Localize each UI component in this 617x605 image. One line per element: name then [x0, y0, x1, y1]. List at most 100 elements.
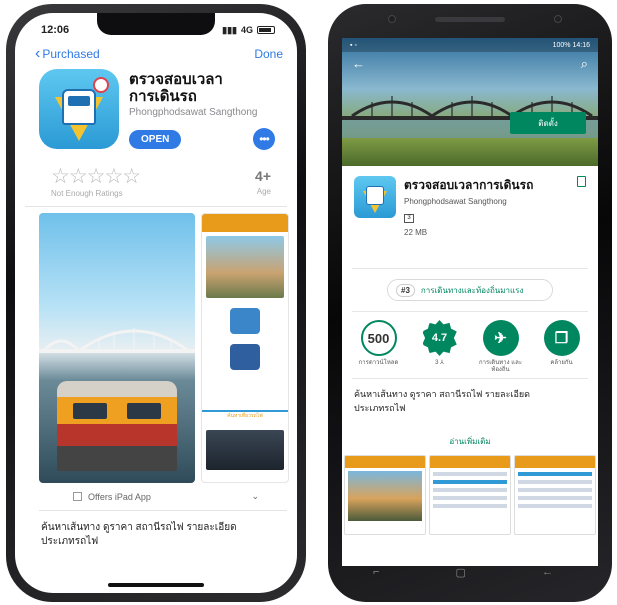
sensor-icon [554, 15, 562, 23]
status-notification-icons: ▪ ◦ [350, 41, 357, 49]
network-label: 4G [240, 25, 253, 35]
rating-label: 3 ⅄ [435, 360, 444, 366]
android-app-header: ตรวจสอบเวลาการเดินรถ Phongphodsawat Sang… [342, 166, 598, 237]
screenshot-photo [348, 471, 422, 521]
ios-rating-row: ☆☆☆☆☆ Not Enough Ratings 4+ Age [25, 165, 287, 207]
screenshot-row [518, 504, 592, 508]
screenshot-row [433, 504, 507, 508]
content-rating-icon: 3 [404, 214, 414, 223]
android-clock: 14:16 [572, 41, 590, 49]
chevron-down-icon[interactable]: ⌄ [251, 491, 259, 502]
ipad-offer-label: Offers iPad App [88, 491, 151, 502]
android-screen: ▪ ◦ 100% 14:16 ← ⌕ ตรวจสอบเวลาการเดินรถ … [342, 38, 598, 566]
downloads-label: การดาวน์โหลด [358, 360, 399, 366]
age-rating: 4+ [255, 168, 271, 184]
screenshot-row [433, 496, 507, 500]
camera-icon [388, 15, 396, 23]
ios-screen: 12:06 ▮▮▮ 4G ‹ Purchased Done ตรวจสอบเวล… [15, 13, 297, 593]
screenshot-app-menu[interactable]: ค้นหาเที่ยวรถไฟ [201, 213, 289, 483]
screenshot-header-bar [202, 214, 288, 232]
app-title: ตรวจสอบเวลา การเดินรถ [129, 71, 259, 105]
airplane-icon: ✈ [482, 320, 519, 356]
install-button[interactable]: ติดตั้ง [510, 112, 586, 134]
android-status-bar: ▪ ◦ 100% 14:16 [342, 38, 598, 52]
locomotive-illustration [57, 381, 177, 471]
train-icon [62, 89, 96, 125]
star-rating-icon: ☆☆☆☆☆ [51, 165, 141, 188]
description-line2: ประเภทรถไฟ [354, 403, 406, 413]
done-button[interactable]: Done [254, 47, 283, 61]
back-nav-icon[interactable]: ← [542, 566, 553, 578]
android-nav-bar: ⌐ ▢ ← [335, 560, 591, 584]
ios-actions: OPEN ••• [129, 128, 275, 150]
bridge-illustration [39, 328, 195, 353]
home-indicator[interactable] [108, 583, 204, 587]
android-screenshots[interactable] [342, 451, 598, 535]
app-title-line1: ตรวจสอบเวลา [129, 71, 223, 88]
developer-name[interactable]: Phongphodsawat Sangthong [129, 107, 275, 118]
app-icon [354, 176, 396, 218]
ios-app-header: ตรวจสอบเวลา การเดินรถ Phongphodsawat San… [15, 67, 297, 165]
back-button[interactable]: ‹ Purchased [35, 46, 100, 62]
similar-apps-icon: ❐ [543, 320, 580, 356]
screenshot-row [433, 472, 507, 476]
train-icon [230, 308, 260, 334]
rating-note: Not Enough Ratings [51, 189, 123, 198]
home-icon[interactable]: ▢ [456, 566, 466, 579]
ios-screenshots[interactable]: ค้นหาเที่ยวรถไฟ [15, 207, 297, 485]
rating-stat[interactable]: 4.7 3 ⅄ [416, 320, 464, 378]
similar-stat[interactable]: ❐ คล้ายกัน [538, 320, 586, 378]
iphone-notch [97, 13, 215, 35]
screenshot-train-bridge[interactable] [39, 213, 195, 483]
screenshot-row [433, 480, 507, 484]
ios-app-meta: ตรวจสอบเวลา การเดินรถ Phongphodsawat San… [129, 69, 275, 165]
developer-name[interactable]: Phongphodsawat Sangthong [404, 197, 533, 206]
ios-nav-bar: ‹ Purchased Done [15, 41, 297, 67]
iphone-frame: 12:06 ▮▮▮ 4G ‹ Purchased Done ตรวจสอบเวล… [6, 4, 306, 602]
screenshot-row [518, 480, 592, 484]
schedule-icon [230, 344, 260, 370]
recents-icon[interactable]: ⌐ [373, 566, 379, 578]
battery-icon [257, 26, 275, 34]
divider [352, 268, 588, 269]
android-app-meta: ตรวจสอบเวลาการเดินรถ Phongphodsawat Sang… [404, 176, 534, 237]
screenshot-table[interactable] [514, 455, 596, 535]
downloads-badge: 500 [360, 320, 397, 356]
open-button[interactable]: OPEN [129, 129, 182, 149]
description-line1: ค้นหาเส้นทาง ดูราคา สถานีรถไฟ รายละเอียด [354, 389, 531, 399]
age-label: Age [256, 187, 271, 196]
android-description[interactable]: ค้นหาเส้นทาง ดูราคา สถานีรถไฟ รายละเอียด… [342, 379, 598, 435]
ios-status-icons: ▮▮▮ 4G [222, 25, 275, 36]
screenshot-row [518, 496, 592, 500]
category-stat[interactable]: ✈ การเดินทาง และท้องถิ่น [477, 320, 525, 378]
screenshot-platform-photo [206, 430, 284, 470]
more-options-button[interactable]: ••• [253, 128, 275, 150]
status-right: 100% 14:16 [553, 42, 590, 49]
rank-number: #3 [396, 283, 415, 297]
screenshot-list[interactable] [429, 455, 511, 535]
rating-block: ☆☆☆☆☆ Not Enough Ratings [51, 165, 141, 206]
screenshot-header-bar [515, 456, 595, 468]
screenshot-row [518, 488, 592, 492]
back-arrow-icon[interactable]: ← [352, 56, 365, 72]
screenshot-header-bar [345, 456, 425, 468]
read-more-link[interactable]: อ่านเพิ่มเติม [342, 435, 598, 451]
screenshot-row [433, 488, 507, 492]
signal-icon: ▮▮▮ [222, 24, 237, 35]
app-title: ตรวจสอบเวลาการเดินรถ [404, 178, 534, 192]
age-block: 4+ Age [255, 165, 271, 206]
ios-clock: 12:06 [41, 24, 70, 36]
screenshot-home[interactable] [344, 455, 426, 535]
app-title-line2: การเดินรถ [129, 88, 197, 105]
ipad-offer-row[interactable]: Offers iPad App ⌄ [39, 485, 287, 511]
android-toolbar: ← ⌕ [342, 56, 598, 72]
android-frame: ▪ ◦ 100% 14:16 ← ⌕ ตรวจสอบเวลาการเดินรถ … [328, 4, 612, 602]
screenshot-tab-caption: ค้นหาเที่ยวรถไฟ [202, 410, 288, 420]
battery-percent: 100% [552, 41, 571, 49]
top-chart-chip[interactable]: #3 การเดินทางและท้องถิ่นมาแรง [387, 279, 553, 301]
ios-description: ค้นหาเส้นทาง ดูราคา สถานีรถไฟ รายละเอียด… [15, 511, 297, 549]
rating-badge: 4.7 [422, 320, 457, 356]
search-icon[interactable]: ⌕ [581, 56, 588, 72]
wishlist-icon[interactable] [577, 176, 586, 187]
